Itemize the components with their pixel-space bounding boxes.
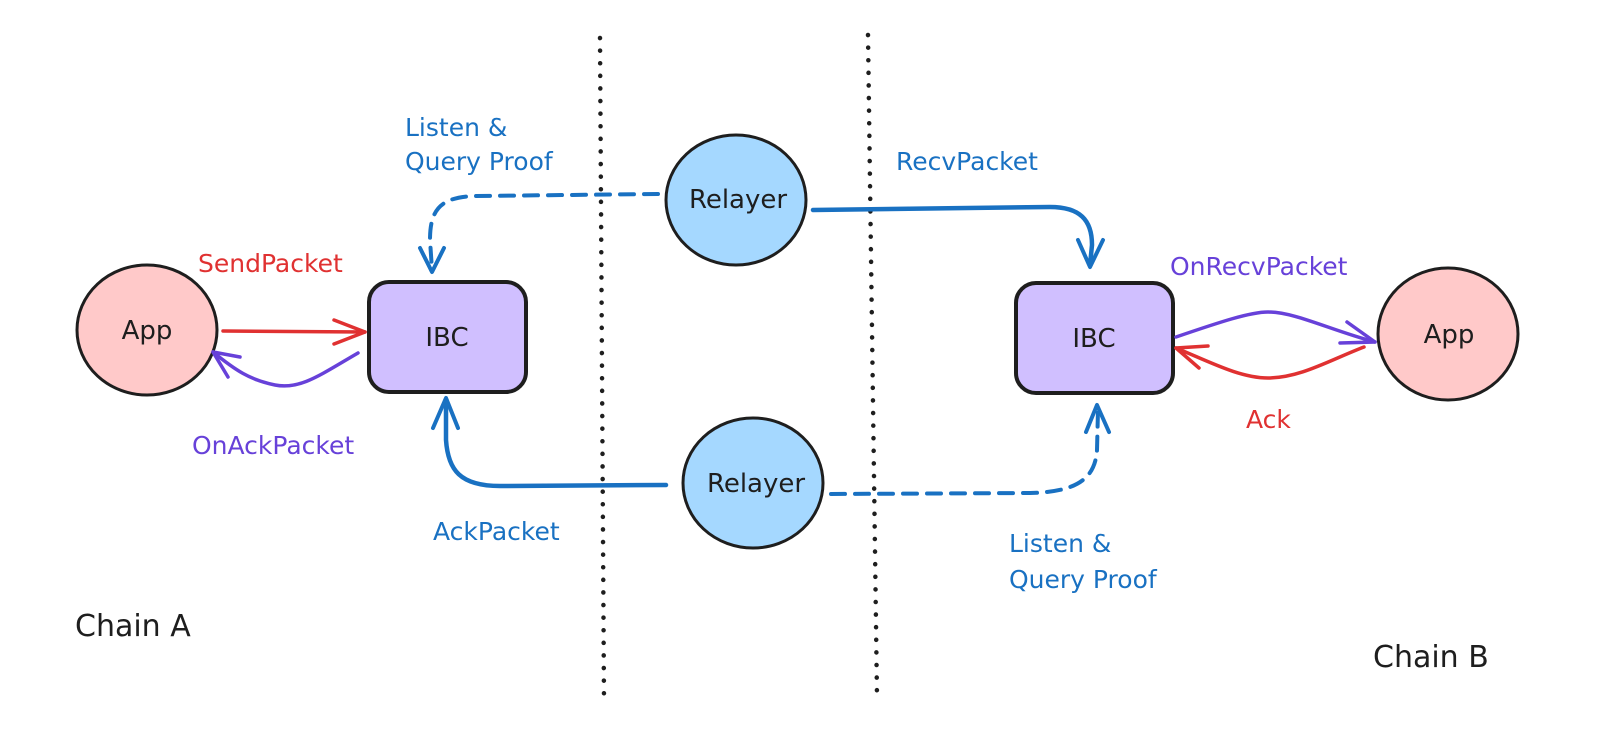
app-node-chain-a[interactable]: App — [75, 263, 219, 397]
app-b-label: App — [1424, 320, 1475, 350]
ibc-a-label: IBC — [425, 323, 468, 353]
relayer-node-top[interactable]: Relayer — [664, 133, 808, 267]
send-packet-arrow — [221, 318, 367, 346]
recv-packet-arrow — [810, 204, 1105, 269]
chain-divider-left — [597, 35, 607, 703]
on-ack-packet-arrow — [211, 350, 360, 388]
send-packet-label: SendPacket — [198, 249, 343, 278]
chain-a-label: Chain A — [75, 609, 191, 644]
relayer-node-bottom[interactable]: Relayer — [681, 416, 825, 550]
listen-top-line2: Query Proof — [405, 147, 554, 176]
ibc-node-chain-b[interactable]: IBC — [1014, 281, 1175, 395]
listen-bottom-line2: Query Proof — [1009, 565, 1158, 594]
listen-bottom-line1: Listen & — [1009, 529, 1111, 558]
relayer-bottom-label: Relayer — [707, 469, 805, 499]
ack-label: Ack — [1246, 405, 1291, 434]
on-recv-packet-label: OnRecvPacket — [1170, 252, 1348, 281]
ack-packet-arrow — [431, 396, 669, 489]
app-a-label: App — [122, 316, 173, 346]
ibc-b-label: IBC — [1072, 324, 1115, 354]
chain-b-label: Chain B — [1373, 640, 1489, 675]
chain-divider-right — [865, 32, 880, 700]
ack-packet-label: AckPacket — [433, 517, 560, 546]
app-node-chain-b[interactable]: App — [1376, 266, 1520, 402]
listen-top-line1: Listen & — [405, 113, 507, 142]
ack-arrow — [1174, 344, 1366, 380]
ibc-diagram: App IBC SendPacket OnAckPacket Listen & … — [75, 32, 1520, 703]
relayer-top-label: Relayer — [689, 185, 787, 215]
listen-query-proof-arrow-top — [418, 192, 660, 274]
on-recv-packet-arrow — [1174, 310, 1377, 345]
on-ack-packet-label: OnAckPacket — [192, 431, 354, 460]
ibc-node-chain-a[interactable]: IBC — [367, 280, 528, 394]
recv-packet-label: RecvPacket — [896, 147, 1038, 176]
